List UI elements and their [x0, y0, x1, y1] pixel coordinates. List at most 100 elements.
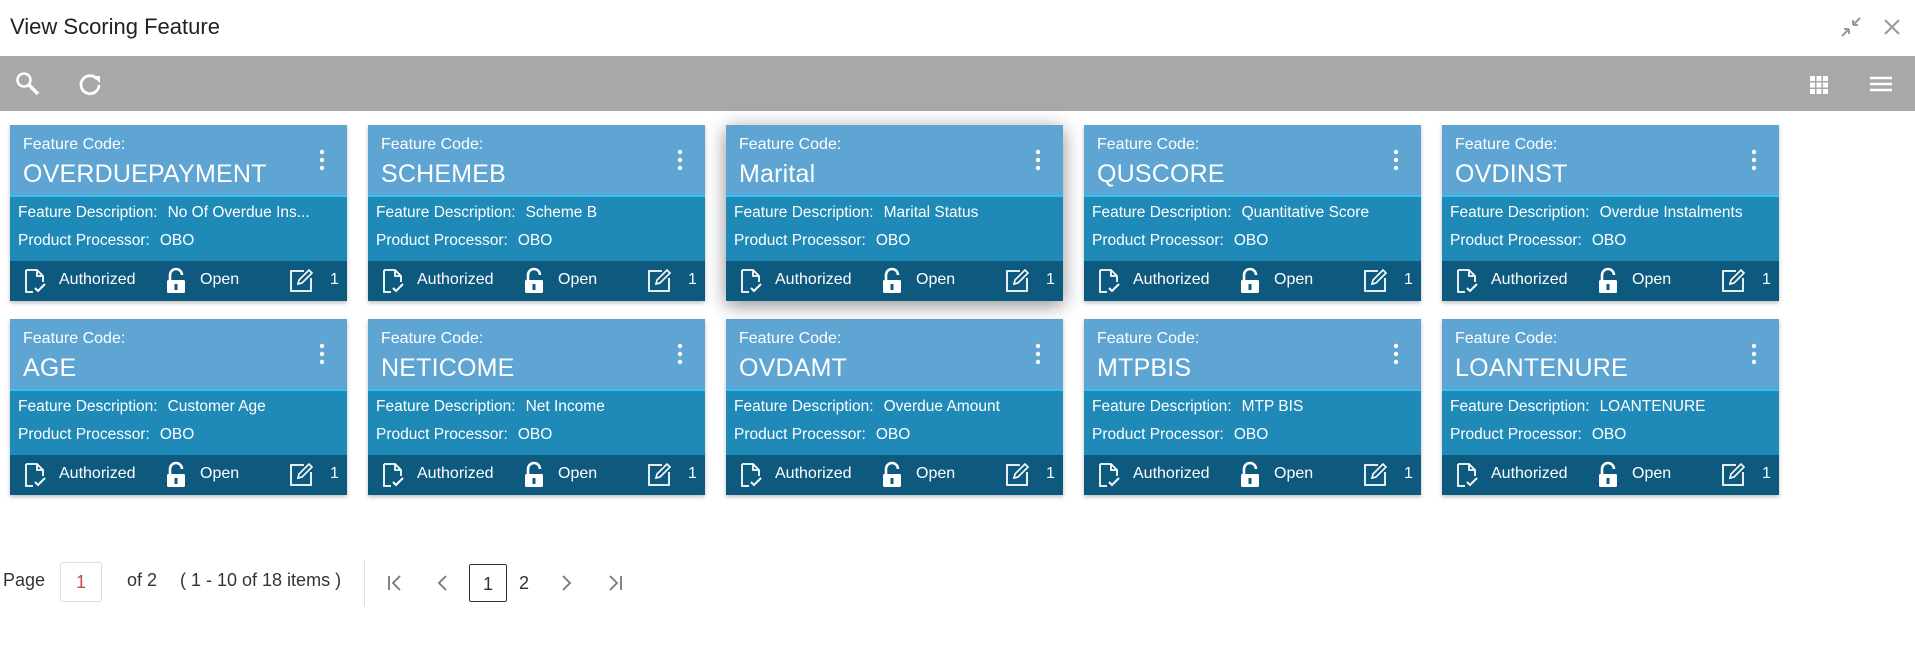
product-processor-label: Product Processor: [1450, 426, 1582, 443]
product-processor-label: Product Processor: [734, 426, 866, 443]
feature-description-value: Marital Status [883, 204, 979, 221]
authorization-status: Authorized [417, 465, 494, 482]
last-page-icon[interactable] [603, 570, 629, 596]
lock-status: Open [200, 465, 240, 482]
product-processor-row: Product Processor: OBO [376, 232, 552, 250]
authorized-icon [21, 461, 49, 489]
feature-card[interactable]: Feature Code: OVDINST Feature Description:… [1442, 125, 1779, 301]
grid-view-icon[interactable] [1803, 68, 1835, 100]
feature-description-label: Feature Description: [734, 204, 874, 221]
page-label: Page [3, 570, 46, 590]
authorized-icon [737, 267, 765, 295]
feature-card[interactable]: Feature Code: AGE Feature Description: Cust… [10, 319, 347, 495]
edit-icon[interactable] [1719, 267, 1747, 295]
feature-card[interactable]: Feature Code: QUSCORE Feature Description:… [1084, 125, 1421, 301]
minimize-icon[interactable] [1838, 14, 1864, 40]
authorization-status: Authorized [775, 465, 852, 482]
feature-code-label: Feature Code: [739, 136, 842, 153]
page-button-1[interactable]: 1 [469, 564, 507, 602]
lock-status: Open [558, 465, 598, 482]
product-processor-label: Product Processor: [376, 232, 508, 249]
feature-card[interactable]: Feature Code: OVDAMT Feature Description: O… [726, 319, 1063, 495]
feature-code-value[interactable]: OVERDUEPAYMENT [23, 160, 267, 189]
unlock-icon [1236, 267, 1264, 295]
page-button-2[interactable]: 2 [513, 564, 535, 602]
feature-card[interactable]: Feature Code: SCHEMEB Feature Description:… [368, 125, 705, 301]
kebab-menu-icon[interactable] [315, 147, 329, 173]
feature-description-label: Feature Description: [1450, 398, 1590, 415]
feature-description-row: Feature Description: Overdue Amount [734, 398, 1000, 416]
lock-status: Open [916, 271, 956, 288]
kebab-menu-icon[interactable] [1031, 147, 1045, 173]
card-footer: Authorized Open 1 [726, 455, 1063, 495]
feature-code-value[interactable]: Marital [739, 160, 815, 189]
unlock-icon [162, 267, 190, 295]
refresh-icon[interactable] [74, 68, 106, 100]
edit-icon[interactable] [287, 267, 315, 295]
search-icon[interactable] [12, 68, 44, 100]
authorized-icon [737, 461, 765, 489]
feature-card[interactable]: Feature Code: Marital Feature Description:… [726, 125, 1063, 301]
modification-count: 1 [1404, 465, 1413, 482]
next-page-icon[interactable] [553, 570, 579, 596]
list-view-icon[interactable] [1865, 68, 1897, 100]
feature-code-value[interactable]: SCHEMEB [381, 160, 506, 189]
kebab-menu-icon[interactable] [1389, 147, 1403, 173]
feature-code-value[interactable]: NETICOME [381, 354, 515, 383]
lock-status: Open [200, 271, 240, 288]
feature-code-value[interactable]: AGE [23, 354, 76, 383]
edit-icon[interactable] [645, 461, 673, 489]
kebab-menu-icon[interactable] [1747, 341, 1761, 367]
edit-icon[interactable] [1719, 461, 1747, 489]
authorization-status: Authorized [59, 465, 136, 482]
feature-code-label: Feature Code: [381, 136, 484, 153]
modification-count: 1 [330, 271, 339, 288]
feature-code-value[interactable]: QUSCORE [1097, 160, 1225, 189]
edit-icon[interactable] [1003, 461, 1031, 489]
feature-description-label: Feature Description: [376, 204, 516, 221]
card-header: Feature Code: SCHEMEB [368, 125, 705, 197]
authorized-icon [379, 267, 407, 295]
prev-page-icon[interactable] [430, 570, 456, 596]
product-processor-value: OBO [1233, 426, 1269, 443]
feature-description-row: Feature Description: Marital Status [734, 204, 978, 222]
card-header: Feature Code: OVERDUEPAYMENT [10, 125, 347, 197]
kebab-menu-icon[interactable] [1747, 147, 1761, 173]
product-processor-row: Product Processor: OBO [734, 232, 910, 250]
feature-card[interactable]: Feature Code: LOANTENURE Feature Descripti… [1442, 319, 1779, 495]
product-processor-value: OBO [517, 426, 553, 443]
feature-card[interactable]: Feature Code: MTPBIS Feature Description: M… [1084, 319, 1421, 495]
edit-icon[interactable] [1361, 461, 1389, 489]
feature-code-value[interactable]: MTPBIS [1097, 354, 1191, 383]
product-processor-label: Product Processor: [1450, 232, 1582, 249]
feature-code-value[interactable]: OVDINST [1455, 160, 1568, 189]
edit-icon[interactable] [287, 461, 315, 489]
kebab-menu-icon[interactable] [1031, 341, 1045, 367]
feature-description-label: Feature Description: [1092, 204, 1232, 221]
feature-description-row: Feature Description: LOANTENURE [1450, 398, 1706, 416]
kebab-menu-icon[interactable] [315, 341, 329, 367]
product-processor-value: OBO [1591, 426, 1627, 443]
first-page-icon[interactable] [381, 570, 407, 596]
kebab-menu-icon[interactable] [673, 147, 687, 173]
page-number-input[interactable]: 1 [60, 562, 102, 602]
title-bar: View Scoring Feature [0, 0, 1915, 56]
feature-description-label: Feature Description: [734, 398, 874, 415]
feature-card[interactable]: Feature Code: NETICOME Feature Description… [368, 319, 705, 495]
close-icon[interactable] [1879, 14, 1905, 40]
authorized-icon [21, 267, 49, 295]
feature-code-value[interactable]: OVDAMT [739, 354, 847, 383]
modification-count: 1 [330, 465, 339, 482]
kebab-menu-icon[interactable] [673, 341, 687, 367]
unlock-icon [878, 461, 906, 489]
feature-code-value[interactable]: LOANTENURE [1455, 354, 1628, 383]
edit-icon[interactable] [645, 267, 673, 295]
feature-card[interactable]: Feature Code: OVERDUEPAYMENT Feature Descr… [10, 125, 347, 301]
edit-icon[interactable] [1361, 267, 1389, 295]
unlock-icon [1594, 461, 1622, 489]
lock-status: Open [1274, 465, 1314, 482]
kebab-menu-icon[interactable] [1389, 341, 1403, 367]
edit-icon[interactable] [1003, 267, 1031, 295]
card-header: Feature Code: MTPBIS [1084, 319, 1421, 391]
product-processor-value: OBO [1233, 232, 1269, 249]
